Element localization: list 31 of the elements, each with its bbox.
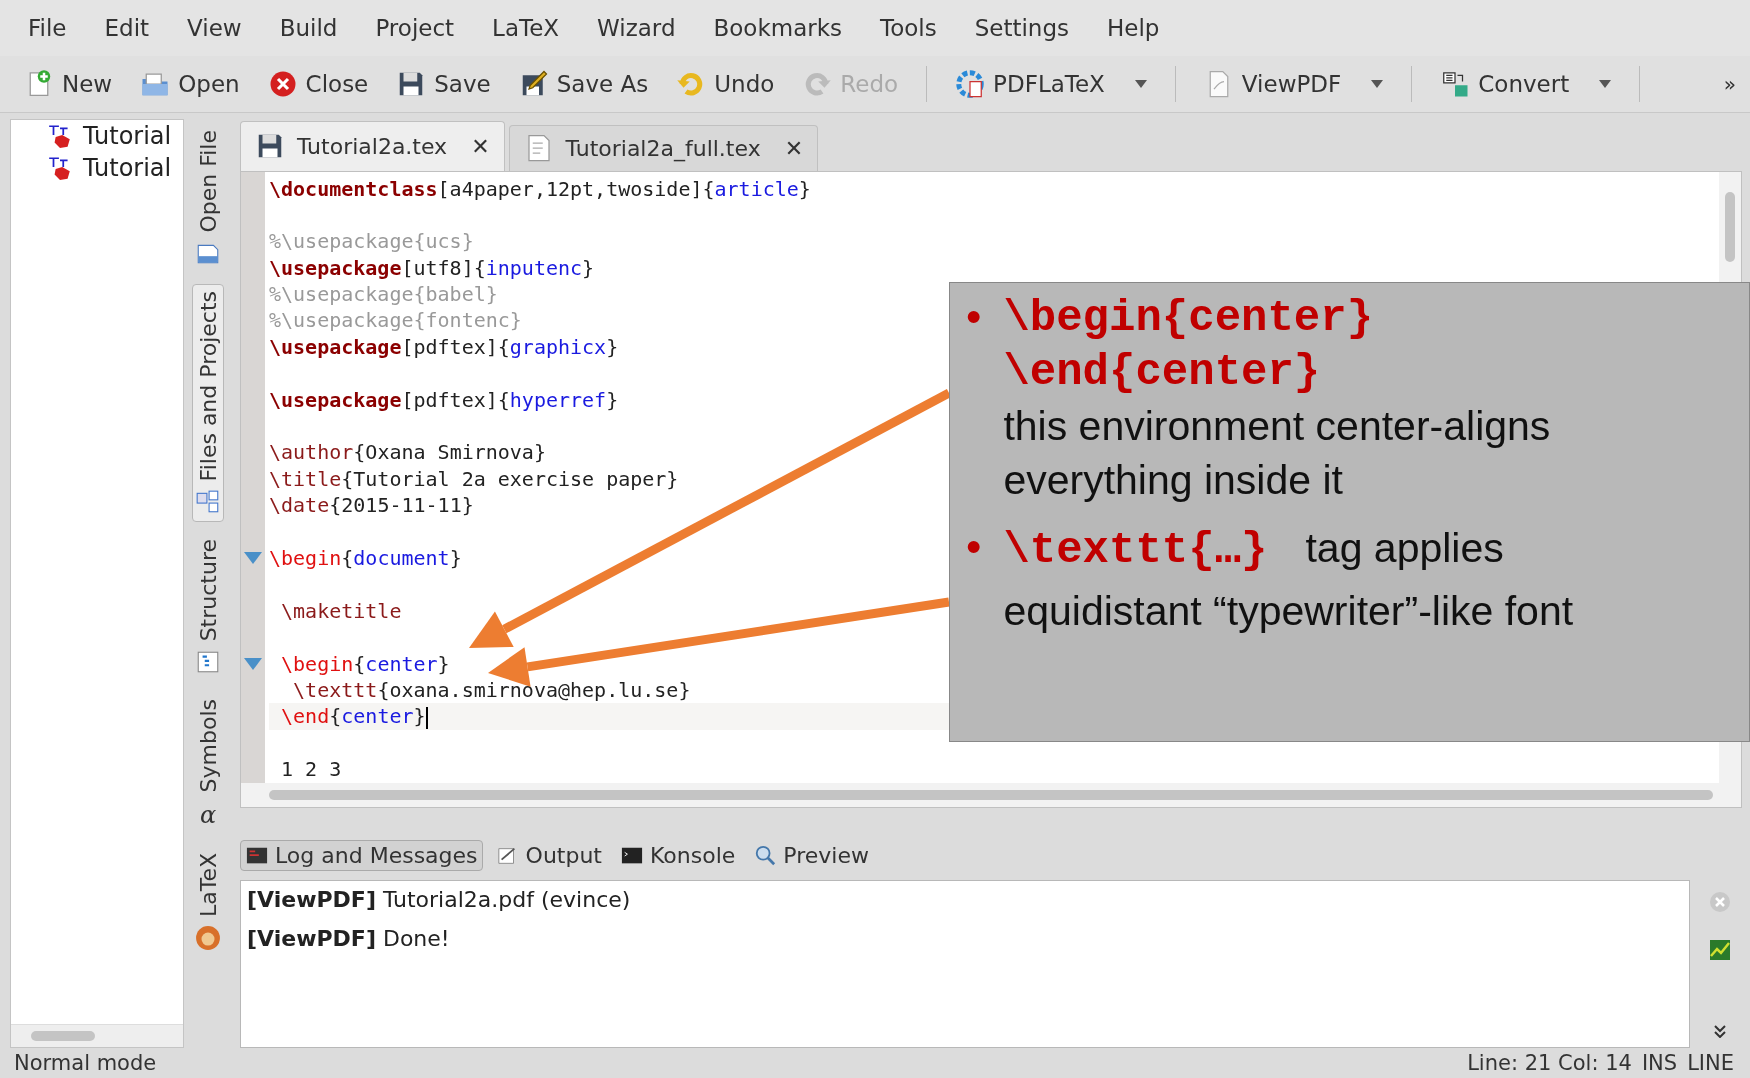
cursor-position: Line: 21 Col: 14 (1467, 1051, 1632, 1075)
code-line: \title{Tutorial 2a exercise paper} (269, 466, 679, 491)
bullet: • (966, 521, 982, 573)
code-line: \usepackage[utf8]{inputenc} (269, 255, 595, 280)
log-message: [ViewPDF] Tutorial2a.pdf (evince) (247, 886, 632, 912)
symbol-icon: α (199, 800, 217, 829)
code-line: %\usepackage{fontenc} (269, 308, 522, 333)
code-line: \begin{document} (269, 545, 462, 570)
code-line: \documentclass[a4paper,12pt,twoside]{article} (269, 176, 811, 201)
code-line: %\usepackage{ucs} (269, 229, 474, 254)
callout-text: equidistant “typewriter”-like font (1003, 587, 1575, 636)
code-snippet: \end{center} (1003, 346, 1322, 399)
status-mode: Normal mode (14, 1051, 157, 1075)
code-line: \usepackage[pdftex]{hyperref} (269, 387, 619, 412)
callout-text: tag applies (1305, 525, 1504, 571)
insert-mode: INS (1641, 1051, 1678, 1075)
code-line: \usepackage[pdftex]{graphicx} (269, 334, 619, 359)
code-line: \end{center} (280, 704, 426, 729)
code-snippet: \texttt{…} (1003, 525, 1268, 575)
code-line: \maketitle (280, 598, 402, 623)
code-snippet: \begin{center} (1003, 292, 1375, 345)
callout-text: this environment center-aligns everything inside it (1003, 402, 1552, 505)
selection-mode: LINE (1687, 1051, 1734, 1075)
bullet: • (966, 291, 982, 343)
log-message: [ViewPDF] Done! (247, 925, 451, 951)
code-line: \author{Oxana Smirnova} (269, 440, 546, 465)
code-line: \date{2015-11-11} (269, 493, 474, 518)
code-line: 1 2 3 (280, 757, 342, 782)
code-line: \begin{center} (280, 651, 450, 676)
code-line: \texttt{oxana.smirnova@hep.lu.se} (292, 677, 691, 702)
code-line: %\usepackage{babel} (269, 282, 498, 307)
